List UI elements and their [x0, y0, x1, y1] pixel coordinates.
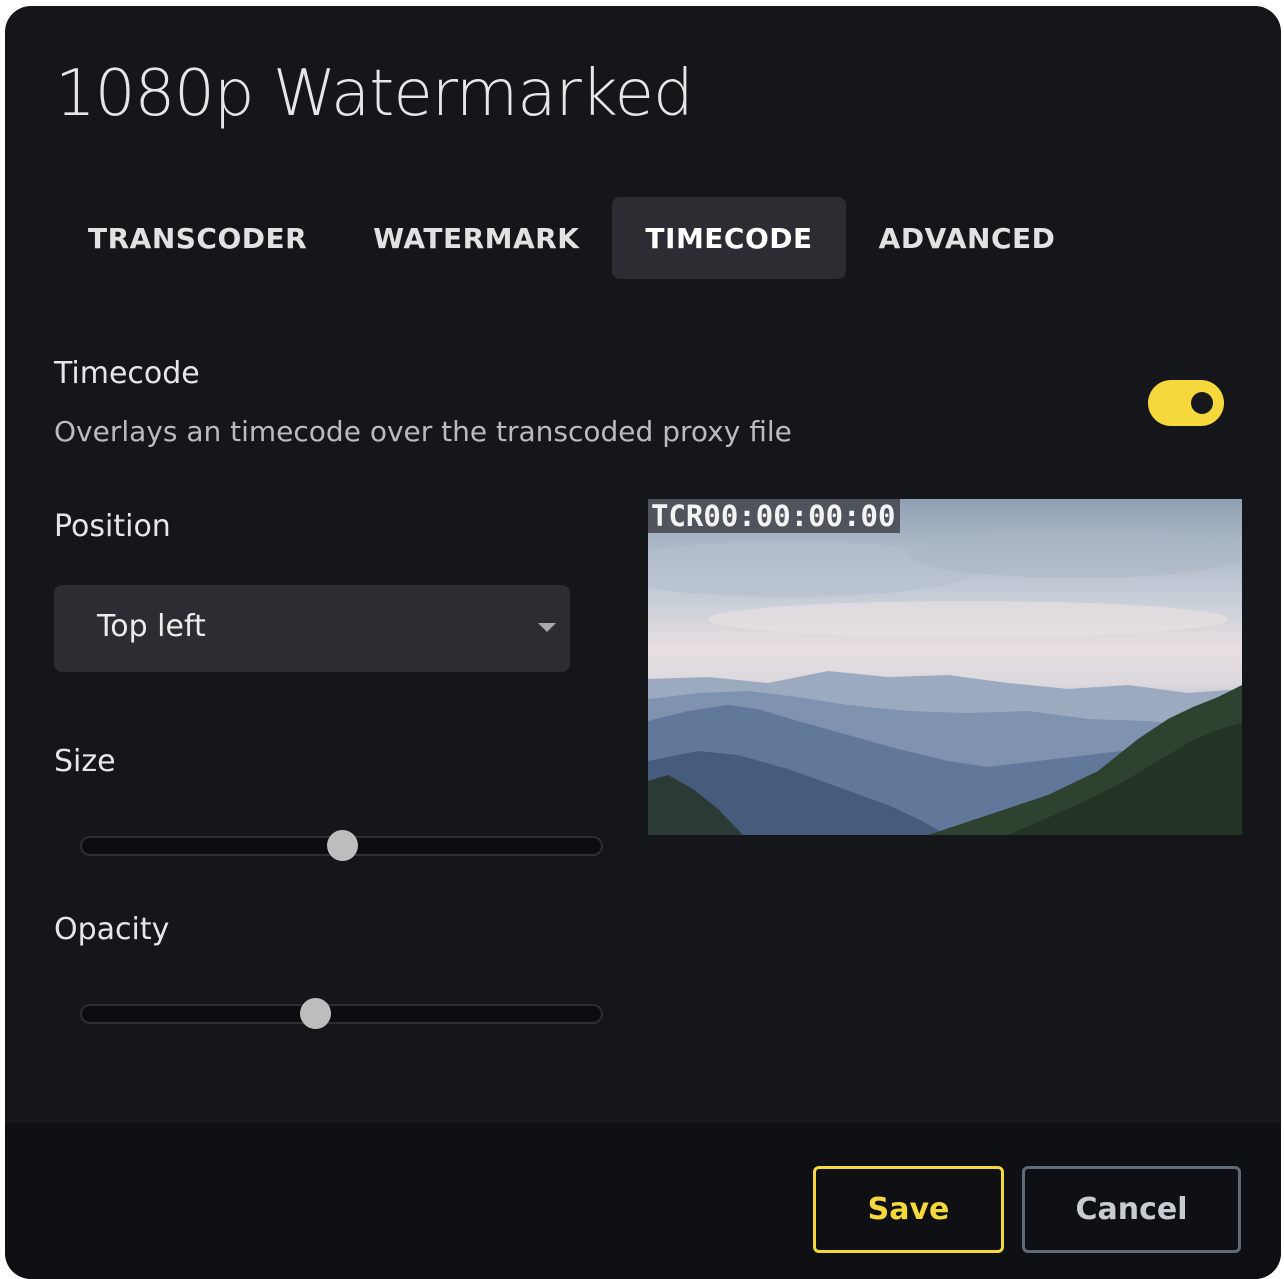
opacity-slider[interactable]: [80, 998, 603, 1029]
timecode-preview: TCR00:00:00:00: [648, 499, 1242, 835]
size-slider[interactable]: [80, 830, 603, 861]
preset-dialog: 1080p Watermarked TRANSCODER WATERMARK T…: [5, 6, 1281, 1279]
timecode-label: Timecode: [54, 356, 200, 391]
timecode-overlay-text: TCR00:00:00:00: [648, 499, 901, 533]
cancel-button[interactable]: Cancel: [1022, 1166, 1241, 1253]
opacity-label: Opacity: [54, 912, 170, 947]
tab-watermark[interactable]: WATERMARK: [340, 197, 612, 279]
landscape-preview-image: [648, 499, 1242, 835]
position-select-value: Top left: [97, 609, 206, 644]
opacity-slider-thumb[interactable]: [300, 998, 332, 1029]
size-label: Size: [54, 744, 116, 779]
opacity-slider-track: [80, 1004, 603, 1024]
tab-transcoder[interactable]: TRANSCODER: [55, 197, 340, 279]
tab-timecode[interactable]: TIMECODE: [612, 197, 846, 279]
position-select[interactable]: Top left: [54, 585, 570, 672]
timecode-description: Overlays an timecode over the transcoded…: [54, 415, 792, 448]
tab-bar: TRANSCODER WATERMARK TIMECODE ADVANCED: [55, 197, 1088, 279]
timecode-toggle[interactable]: [1148, 380, 1224, 426]
size-slider-thumb[interactable]: [326, 830, 358, 861]
dialog-title: 1080p Watermarked: [55, 57, 694, 131]
toggle-knob: [1191, 392, 1213, 414]
save-button[interactable]: Save: [813, 1166, 1004, 1253]
position-label: Position: [54, 509, 171, 544]
caret-down-icon: [538, 623, 556, 632]
tab-advanced[interactable]: ADVANCED: [846, 197, 1089, 279]
